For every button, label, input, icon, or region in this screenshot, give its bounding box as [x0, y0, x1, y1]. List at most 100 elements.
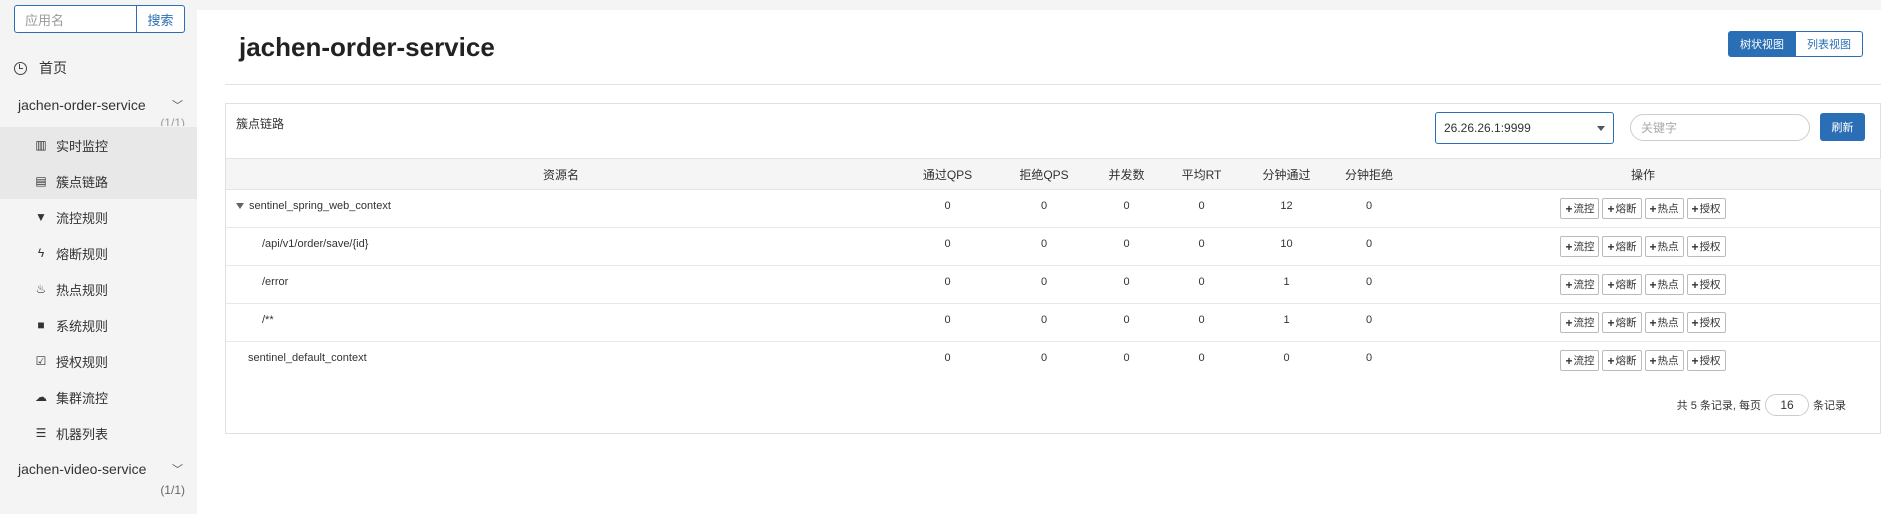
min-block-cell: 0 — [1334, 189, 1404, 228]
machine-select[interactable]: 26.26.26.1:9999 — [1435, 112, 1614, 144]
authority-rule-button[interactable]: + 授权 — [1686, 236, 1726, 257]
flow-rule-button[interactable]: + 流控 — [1560, 274, 1600, 295]
concurrency-cell: 0 — [1089, 189, 1164, 228]
page-size-input[interactable]: 16 — [1765, 394, 1809, 416]
degrade-rule-button[interactable]: + 熔断 — [1602, 274, 1642, 295]
min-block-cell: 0 — [1334, 303, 1404, 342]
refresh-button[interactable]: 刷新 — [1820, 113, 1865, 141]
plus-icon: + — [1565, 277, 1573, 292]
action-group: + 流控 + 熔断 + 热点 + 授权 — [1404, 350, 1881, 371]
menu-item-label: 系统规则 — [56, 318, 109, 334]
hotspot-rule-button[interactable]: + 热点 — [1644, 312, 1684, 333]
authority-rule-button[interactable]: + 授权 — [1686, 274, 1726, 295]
app-count: (1/1) — [160, 116, 185, 126]
plus-icon: + — [1649, 201, 1657, 216]
hotspot-rule-button[interactable]: + 热点 — [1644, 198, 1684, 219]
action-label: 熔断 — [1615, 279, 1637, 291]
app-search: 应用名 搜索 — [14, 5, 185, 33]
column-header: 并发数 — [1089, 158, 1164, 190]
nav-home[interactable]: 首页 — [14, 58, 67, 78]
table-body: sentinel_spring_web_context 0 0 0 0 12 0 + 流控 + 熔断… — [226, 189, 1881, 380]
column-header: 拒绝QPS — [999, 158, 1089, 190]
menu-item[interactable]: ▥ 实时监控 — [0, 127, 197, 163]
menu-item[interactable]: ϟ 熔断规则 — [0, 235, 197, 271]
flow-rule-button[interactable]: + 流控 — [1560, 236, 1600, 257]
expand-caret-icon[interactable] — [236, 203, 244, 210]
menu-item[interactable]: ☰ 机器列表 — [0, 415, 197, 451]
resource-name: sentinel_default_context — [248, 352, 367, 364]
app-name: jachen-order-service — [18, 97, 146, 113]
concurrency-cell: 0 — [1089, 265, 1164, 304]
menu-item-label: 实时监控 — [56, 138, 109, 154]
actions-cell: + 流控 + 熔断 + 热点 + 授权 — [1404, 227, 1881, 266]
min-block-cell: 0 — [1365, 352, 1373, 364]
divider — [225, 84, 1881, 85]
pass-qps-cell: 0 — [896, 265, 999, 304]
list-view-button[interactable]: 列表视图 — [1796, 31, 1863, 57]
flow-rule-button[interactable]: + 流控 — [1560, 312, 1600, 333]
hotspot-rule-button[interactable]: + 热点 — [1644, 350, 1684, 371]
plus-icon: + — [1649, 277, 1657, 292]
action-group: + 流控 + 熔断 + 热点 + 授权 — [1404, 236, 1881, 257]
degrade-rule-button[interactable]: + 熔断 — [1602, 198, 1642, 219]
plus-icon: + — [1691, 353, 1699, 368]
app-item-order[interactable]: jachen-order-service ﹀ — [18, 97, 183, 113]
column-header: 资源名 — [226, 158, 896, 190]
authority-rule-button[interactable]: + 授权 — [1686, 198, 1726, 219]
concurrency-cell: 0 — [1089, 227, 1164, 266]
action-label: 授权 — [1699, 317, 1721, 329]
degrade-rule-button[interactable]: + 熔断 — [1602, 350, 1642, 371]
hotspot-rule-button[interactable]: + 热点 — [1644, 274, 1684, 295]
action-group: + 流控 + 熔断 + 热点 + 授权 — [1404, 312, 1881, 333]
min-pass-cell: 1 — [1239, 265, 1334, 304]
tree-view-button[interactable]: 树状视图 — [1728, 31, 1796, 57]
main-content: jachen-order-service 树状视图 列表视图 簇点链路 26.2… — [197, 10, 1881, 514]
authority-rule-button[interactable]: + 授权 — [1686, 312, 1726, 333]
action-label: 熔断 — [1615, 317, 1637, 329]
panel-title: 簇点链路 — [236, 117, 285, 131]
menu-item-label: 簇点链路 — [56, 174, 109, 190]
lock-icon: ■ — [37, 318, 45, 332]
avg-rt-cell: 0 — [1164, 227, 1239, 266]
avg-rt-cell: 0 — [1164, 189, 1239, 228]
flow-rule-button[interactable]: + 流控 — [1560, 350, 1600, 371]
caret-down-icon — [1597, 125, 1605, 131]
action-label: 流控 — [1573, 203, 1595, 215]
plus-icon: + — [1607, 315, 1615, 330]
menu-item[interactable]: ☁ 集群流控 — [0, 379, 197, 415]
resource-table: 资源名 通过QPS 拒绝QPS 并发数 平均RT 分钟通过 分钟拒绝 操作 sentinel_… — [226, 158, 1881, 380]
block-qps-cell: 0 — [999, 265, 1089, 304]
pagination: 共 5 条记录, 每页 16 条记录 — [1677, 394, 1846, 416]
sidebar: 应用名 搜索 首页 jachen-order-service ﹀ (1/1) ▥… — [0, 0, 197, 514]
flow-rule-button[interactable]: + 流控 — [1560, 198, 1600, 219]
plus-icon: + — [1607, 239, 1615, 254]
bar-chart-icon: ▥ — [35, 138, 47, 152]
search-button[interactable]: 搜索 — [137, 5, 185, 33]
plus-icon: + — [1565, 239, 1573, 254]
menu-item-label: 集群流控 — [56, 390, 109, 406]
app-item-video[interactable]: jachen-video-service ﹀ — [18, 461, 183, 477]
keyword-input[interactable]: 关键字 — [1630, 114, 1810, 141]
chevron-down-icon: ﹀ — [172, 464, 183, 476]
degrade-rule-button[interactable]: + 熔断 — [1602, 236, 1642, 257]
menu-item[interactable]: ▼ 流控规则 — [0, 199, 197, 235]
hotspot-rule-button[interactable]: + 热点 — [1644, 236, 1684, 257]
action-label: 热点 — [1657, 203, 1679, 215]
menu-item[interactable]: ▤ 簇点链路 — [0, 163, 197, 199]
min-block-cell: 0 — [1334, 265, 1404, 304]
pass-qps-cell: 0 — [944, 352, 951, 364]
app-search-input[interactable]: 应用名 — [14, 5, 137, 33]
resource-name: sentinel_spring_web_context — [249, 200, 391, 212]
action-label: 流控 — [1573, 355, 1595, 367]
degrade-rule-button[interactable]: + 熔断 — [1602, 312, 1642, 333]
table-row: /** 0 0 0 0 1 0 + 流控 + 熔断 + 热点 + 授权 — [226, 303, 1881, 342]
menu-item[interactable]: ♨ 热点规则 — [0, 271, 197, 307]
pagination-suffix: 条记录 — [1813, 400, 1846, 412]
menu-item-label: 机器列表 — [56, 426, 109, 442]
menu-item[interactable]: ■ 系统规则 — [0, 307, 197, 343]
app-count: (1/1) — [160, 483, 185, 497]
authority-rule-button[interactable]: + 授权 — [1686, 350, 1726, 371]
menu-item[interactable]: ☑ 授权规则 — [0, 343, 197, 379]
resource-name-cell: sentinel_default_context — [226, 342, 896, 380]
plus-icon: + — [1607, 353, 1615, 368]
